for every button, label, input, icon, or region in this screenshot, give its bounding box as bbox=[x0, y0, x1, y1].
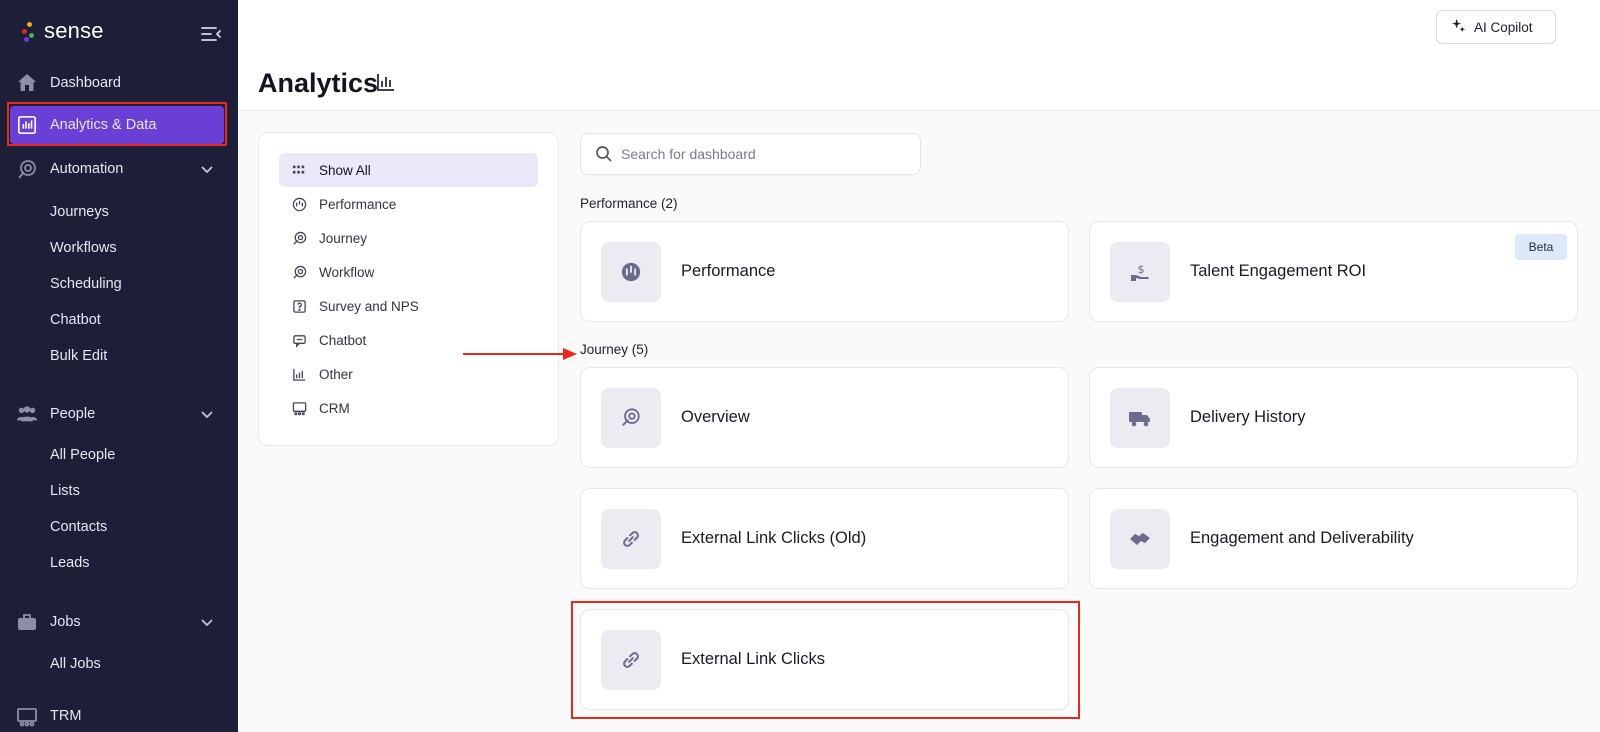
annotation-arrow bbox=[463, 348, 577, 360]
hand-dollar-icon: $ bbox=[1110, 242, 1170, 302]
nav-dashboard[interactable]: Dashboard bbox=[10, 64, 224, 102]
collapse-sidebar-icon[interactable] bbox=[200, 24, 222, 44]
nav-trm[interactable]: TRM bbox=[10, 697, 224, 732]
automation-icon bbox=[16, 158, 38, 180]
page-title: Analytics bbox=[258, 68, 379, 98]
ai-copilot-label: AI Copilot bbox=[1474, 19, 1533, 35]
nav-all-people[interactable]: All People bbox=[50, 447, 115, 463]
nav-all-jobs[interactable]: All Jobs bbox=[50, 656, 101, 672]
chatbot-icon bbox=[291, 332, 307, 348]
truck-icon bbox=[1110, 388, 1170, 448]
nav-people[interactable]: People bbox=[10, 395, 224, 433]
gauge-icon bbox=[601, 242, 661, 302]
nav-jobs[interactable]: Jobs bbox=[10, 603, 224, 641]
journey-icon bbox=[601, 388, 661, 448]
dashboard-card-performance[interactable]: Performance bbox=[580, 221, 1069, 322]
survey-icon bbox=[291, 298, 307, 314]
nav-workflows[interactable]: Workflows bbox=[50, 240, 117, 256]
filter-label: Performance bbox=[319, 196, 397, 212]
chart-icon bbox=[291, 366, 307, 382]
highlight-box-card bbox=[571, 601, 1080, 719]
card-label: External Link Clicks (Old) bbox=[681, 529, 867, 547]
dashboard-card-engagement-deliverability[interactable]: Engagement and Deliverability bbox=[1089, 488, 1578, 589]
nav-label: Jobs bbox=[50, 614, 81, 630]
gauge-icon bbox=[291, 196, 307, 212]
nav-chatbot[interactable]: Chatbot bbox=[50, 312, 101, 328]
nav-label: Dashboard bbox=[50, 75, 121, 91]
nav-scheduling[interactable]: Scheduling bbox=[50, 276, 122, 292]
journey-icon bbox=[291, 230, 307, 246]
logo-dots-icon bbox=[22, 20, 36, 42]
nav-lists[interactable]: Lists bbox=[50, 483, 80, 499]
beta-badge: Beta bbox=[1515, 234, 1567, 260]
section-title-journey: Journey (5) bbox=[580, 342, 649, 357]
filter-label: Show All bbox=[319, 162, 371, 178]
filter-label: Survey and NPS bbox=[319, 298, 419, 314]
nav-bulk-edit[interactable]: Bulk Edit bbox=[50, 348, 107, 364]
briefcase-icon bbox=[16, 611, 38, 633]
filter-label: Other bbox=[319, 366, 353, 382]
sparkle-icon bbox=[1451, 18, 1466, 36]
crm-icon bbox=[291, 400, 307, 416]
nav-automation[interactable]: Automation bbox=[10, 150, 224, 188]
search-box bbox=[580, 133, 921, 175]
filter-label: Workflow bbox=[319, 264, 375, 280]
svg-text:$: $ bbox=[1138, 263, 1145, 276]
dashboard-filter-panel: Show All Performance Journey Workflow Su… bbox=[258, 132, 559, 446]
home-icon bbox=[16, 72, 38, 94]
filter-label: Journey bbox=[319, 230, 368, 246]
card-label: Overview bbox=[681, 408, 750, 426]
brand-logo[interactable]: sense bbox=[22, 18, 104, 44]
filter-journey[interactable]: Journey bbox=[279, 221, 538, 255]
link-icon bbox=[601, 509, 661, 569]
nav-leads[interactable]: Leads bbox=[50, 555, 90, 571]
ai-copilot-button[interactable]: AI Copilot bbox=[1436, 10, 1556, 44]
filter-label: Chatbot bbox=[319, 332, 367, 348]
search-icon bbox=[595, 145, 613, 163]
card-label: Talent Engagement ROI bbox=[1190, 262, 1367, 280]
chevron-down-icon[interactable] bbox=[200, 615, 214, 629]
handshake-icon bbox=[1110, 509, 1170, 569]
nav-label: TRM bbox=[50, 708, 82, 724]
filter-other[interactable]: Other bbox=[279, 357, 538, 391]
filter-show-all[interactable]: Show All bbox=[279, 153, 538, 187]
chevron-down-icon[interactable] bbox=[200, 162, 214, 176]
filter-crm[interactable]: CRM bbox=[279, 391, 538, 425]
dashboard-card-external-link-clicks-old[interactable]: External Link Clicks (Old) bbox=[580, 488, 1069, 589]
filter-performance[interactable]: Performance bbox=[279, 187, 538, 221]
page-header: Analytics AI Copilot bbox=[238, 0, 1600, 111]
filter-workflow[interactable]: Workflow bbox=[279, 255, 538, 289]
chevron-down-icon[interactable] bbox=[200, 407, 214, 421]
dashboard-card-overview[interactable]: Overview bbox=[580, 367, 1069, 468]
card-label: Engagement and Deliverability bbox=[1190, 529, 1414, 547]
card-label: Performance bbox=[681, 262, 776, 280]
nav-journeys[interactable]: Journeys bbox=[50, 204, 109, 220]
nav-contacts[interactable]: Contacts bbox=[50, 519, 107, 535]
nav-label: People bbox=[50, 406, 96, 422]
dashboard-card-delivery-history[interactable]: Delivery History bbox=[1089, 367, 1578, 468]
brand-name: sense bbox=[44, 18, 104, 43]
nav-label: Automation bbox=[50, 161, 124, 177]
people-icon bbox=[16, 403, 38, 425]
highlight-box-nav bbox=[7, 102, 227, 146]
sidebar: sense Dashboard Analytics & Data Automat… bbox=[0, 0, 238, 732]
search-input[interactable] bbox=[621, 134, 911, 174]
dashboard-card-talent-engagement-roi[interactable]: $ Talent Engagement ROI Beta bbox=[1089, 221, 1578, 322]
trm-icon bbox=[16, 705, 38, 727]
filter-label: CRM bbox=[319, 400, 350, 416]
grid-icon bbox=[291, 162, 307, 178]
section-title-performance: Performance (2) bbox=[580, 196, 678, 211]
bar-chart-icon bbox=[376, 72, 396, 92]
card-label: Delivery History bbox=[1190, 408, 1306, 426]
workflow-icon bbox=[291, 264, 307, 280]
filter-survey-nps[interactable]: Survey and NPS bbox=[279, 289, 538, 323]
